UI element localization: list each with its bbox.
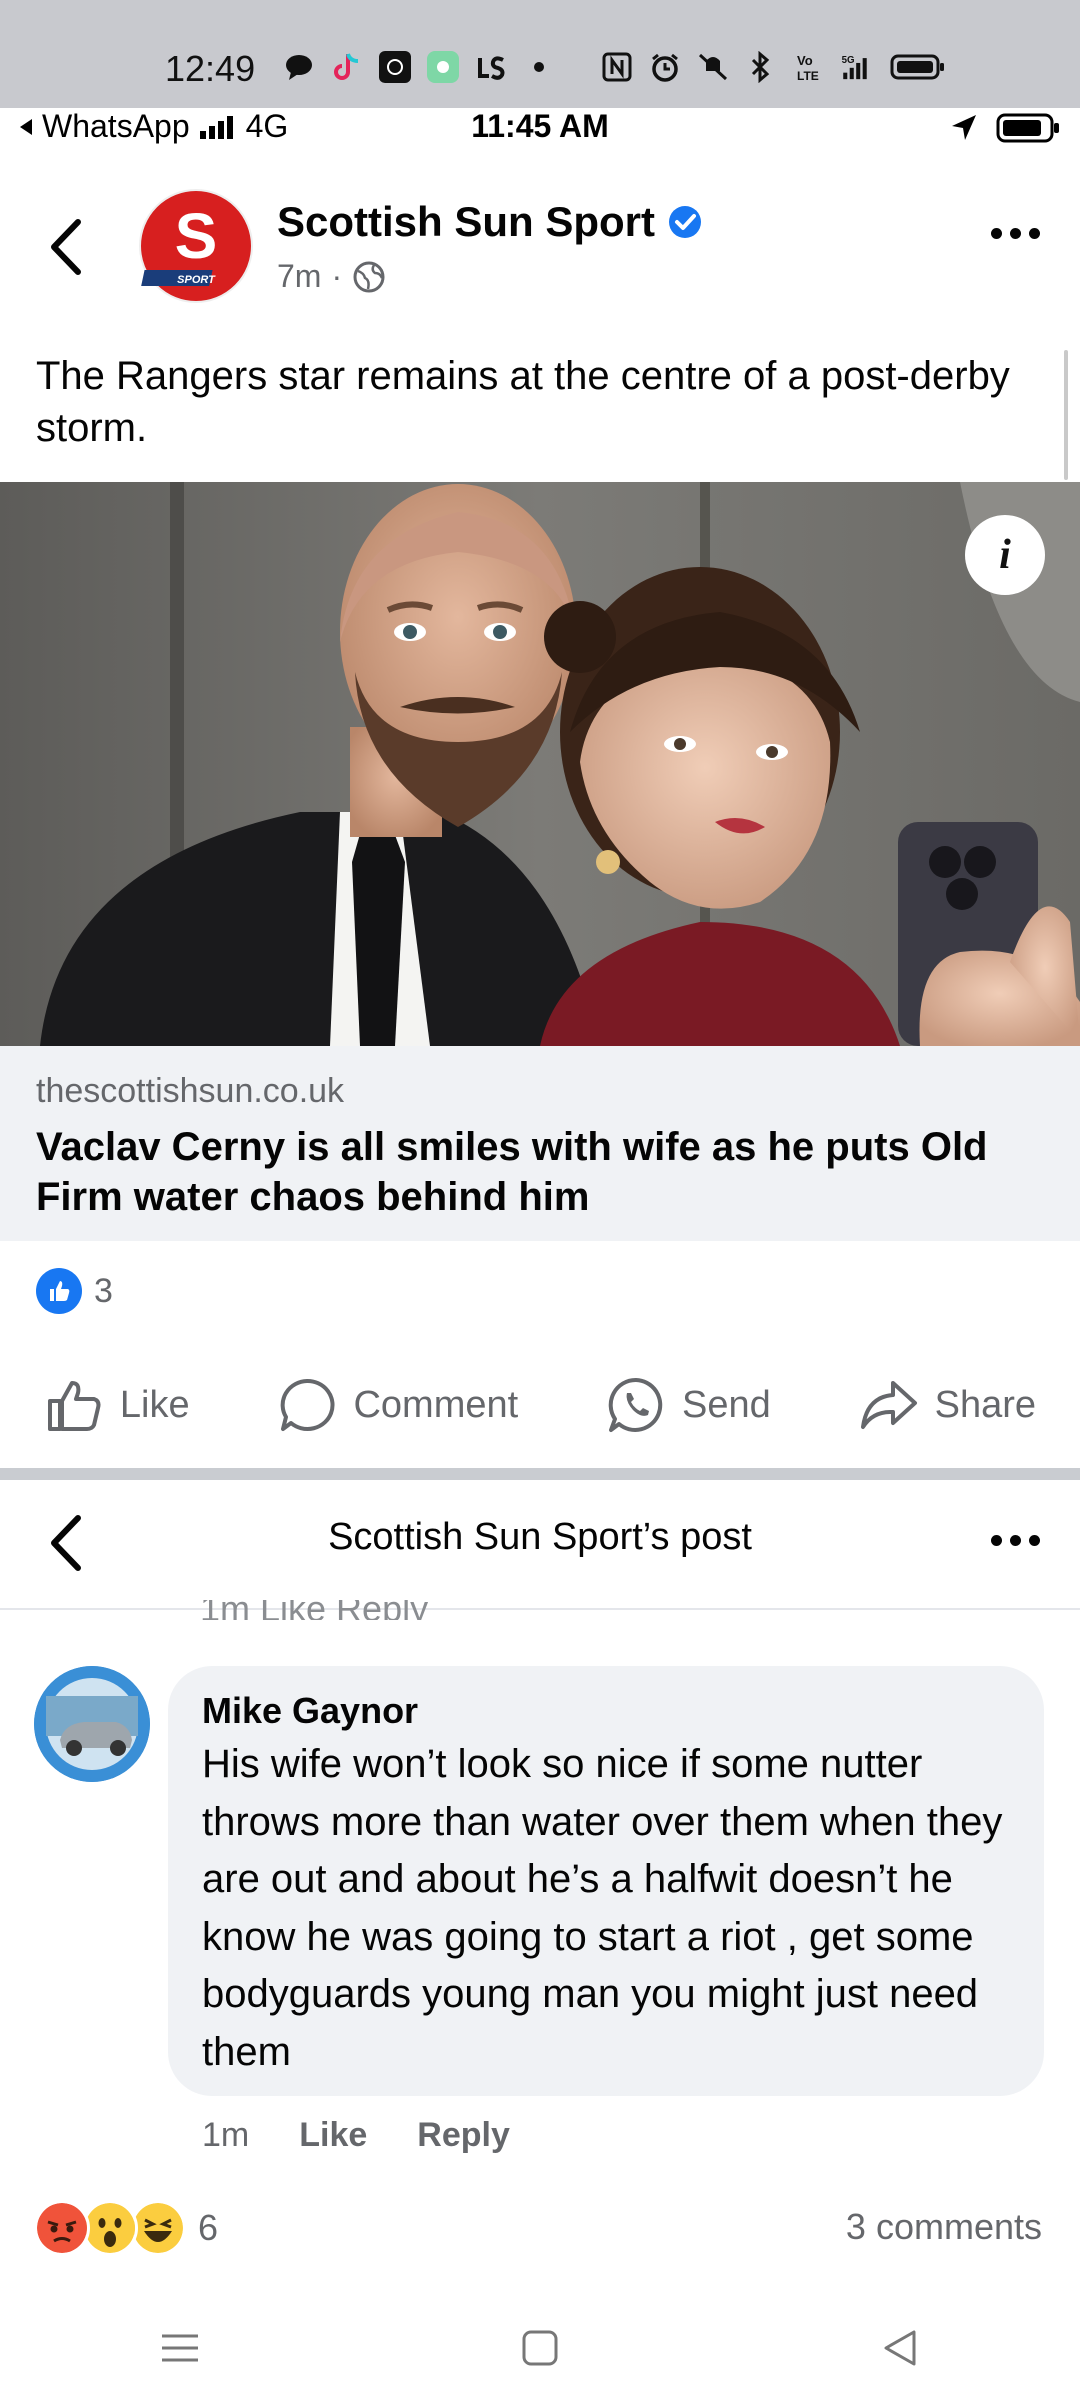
android-clock: 12:49 [165, 48, 256, 89]
link-domain: thescottishsun.co.uk [36, 1072, 345, 1110]
ad-info-button[interactable]: i [965, 515, 1045, 595]
comment-like-button[interactable]: Like [299, 2116, 367, 2155]
post-time[interactable]: 7m [277, 258, 321, 295]
battery-icon [888, 50, 948, 84]
dot-icon [991, 1535, 1002, 1546]
comment-author[interactable]: Mike Gaynor [202, 1690, 418, 1732]
tiktok-icon [330, 50, 364, 84]
location-arrow-icon [952, 115, 976, 140]
whatsapp-icon [608, 1377, 663, 1432]
post-meta: 7m · [277, 258, 386, 295]
comment-actions: 1m Like Reply [202, 2116, 510, 2155]
square-home-icon [522, 2330, 558, 2365]
page-avatar[interactable]: S SPORT [138, 188, 254, 304]
scrollbar[interactable] [1064, 350, 1068, 480]
screenshot-separator [0, 1468, 1080, 1480]
angry-reaction-icon [34, 2200, 90, 2256]
dot-icon [1010, 228, 1021, 239]
reaction-summary[interactable]: 3 [36, 1268, 113, 1314]
post-text: The Rangers star remains at the centre o… [36, 354, 1010, 450]
dot-icon [1010, 1535, 1021, 1546]
page-name-link[interactable]: Scottish Sun Sport [277, 198, 703, 246]
ls-app-icon [474, 50, 508, 84]
send-button[interactable]: Send [606, 1375, 771, 1435]
share-arrow-icon [860, 1381, 917, 1429]
wow-reaction-icon [82, 2200, 138, 2256]
back-button[interactable] [40, 212, 92, 282]
flower-app-icon [426, 50, 460, 84]
comment-time: 1m [202, 2116, 250, 2154]
ios-status-right [950, 112, 1062, 144]
comment-button[interactable]: Comment [277, 1375, 518, 1435]
profile-photo-icon [34, 1666, 150, 1782]
commenter-avatar[interactable] [34, 1666, 150, 1782]
dot-icon [522, 50, 556, 84]
svg-text:5G: 5G [842, 55, 855, 66]
recents-menu-button[interactable] [160, 2328, 200, 2373]
dot-icon [1029, 1535, 1040, 1546]
comment-reply-button[interactable]: Reply [417, 2116, 510, 2155]
send-label: Send [682, 1383, 771, 1426]
bluetooth-icon [744, 50, 778, 84]
reaction-count: 6 [198, 2207, 219, 2248]
comment-bubble-icon [281, 1378, 336, 1431]
signal-5g-icon: 5G [840, 50, 874, 84]
cut-off-comment-actions: 1m Like Reply [200, 1600, 428, 1620]
android-navigation-bar [0, 2300, 1080, 2400]
dot-icon [991, 228, 1002, 239]
haha-reaction-icon [130, 2200, 186, 2256]
page-name: Scottish Sun Sport [277, 198, 655, 245]
thumbs-up-icon [47, 1381, 101, 1431]
meta-separator: · [331, 258, 343, 294]
menu-lines-icon [162, 2334, 198, 2361]
volte-icon: Vo LTE [792, 50, 826, 84]
link-title[interactable]: Vaclav Cerny is all smiles with wife as … [36, 1122, 1056, 1222]
chevron-left-icon [51, 219, 81, 275]
android-notification-icons: Vo LTE 5G [282, 50, 948, 84]
svg-text:SPORT: SPORT [177, 274, 216, 286]
comment-text: His wife won’t look so nice if some nutt… [202, 1742, 1003, 2074]
like-label: Like [119, 1383, 190, 1426]
like-button[interactable]: Like [44, 1375, 190, 1435]
scottish-sun-logo-icon: S SPORT [139, 189, 253, 303]
post-actions-bar: Like Comment Send Share [0, 1370, 1080, 1440]
verified-badge-icon [669, 206, 701, 238]
ios-battery-icon [996, 113, 1059, 143]
nfc-icon [600, 50, 634, 84]
post-reactions-summary[interactable]: 6 [34, 2200, 218, 2256]
comments-options-button[interactable] [991, 1535, 1040, 1546]
like-reaction-icon [36, 1268, 82, 1314]
dot-icon [1029, 228, 1040, 239]
like-count: 3 [94, 1271, 113, 1310]
ring-app-icon [378, 50, 412, 84]
vibrate-mute-icon [696, 50, 730, 84]
home-button[interactable] [520, 2328, 560, 2373]
ios-clock: 11:45 AM [471, 108, 609, 144]
comments-count-link[interactable]: 3 comments [846, 2206, 1042, 2248]
svg-text:S: S [175, 200, 218, 272]
globe-icon [353, 261, 385, 292]
comment-label: Comment [353, 1383, 519, 1426]
post-options-button[interactable] [991, 228, 1040, 239]
chat-bubble-icon [282, 50, 316, 84]
svg-text:Vo: Vo [797, 53, 813, 68]
post-photo[interactable] [0, 482, 1080, 1046]
svg-text:LTE: LTE [797, 69, 819, 83]
comments-page-title: Scottish Sun Sport’s post [328, 1516, 752, 1558]
triangle-back-icon [884, 2330, 916, 2365]
couple-selfie-image [0, 482, 1080, 1046]
alarm-icon [648, 50, 682, 84]
header-divider [0, 1608, 1080, 1610]
share-label: Share [934, 1383, 1037, 1426]
share-button[interactable]: Share [859, 1375, 1036, 1435]
nav-back-button[interactable] [880, 2328, 920, 2373]
